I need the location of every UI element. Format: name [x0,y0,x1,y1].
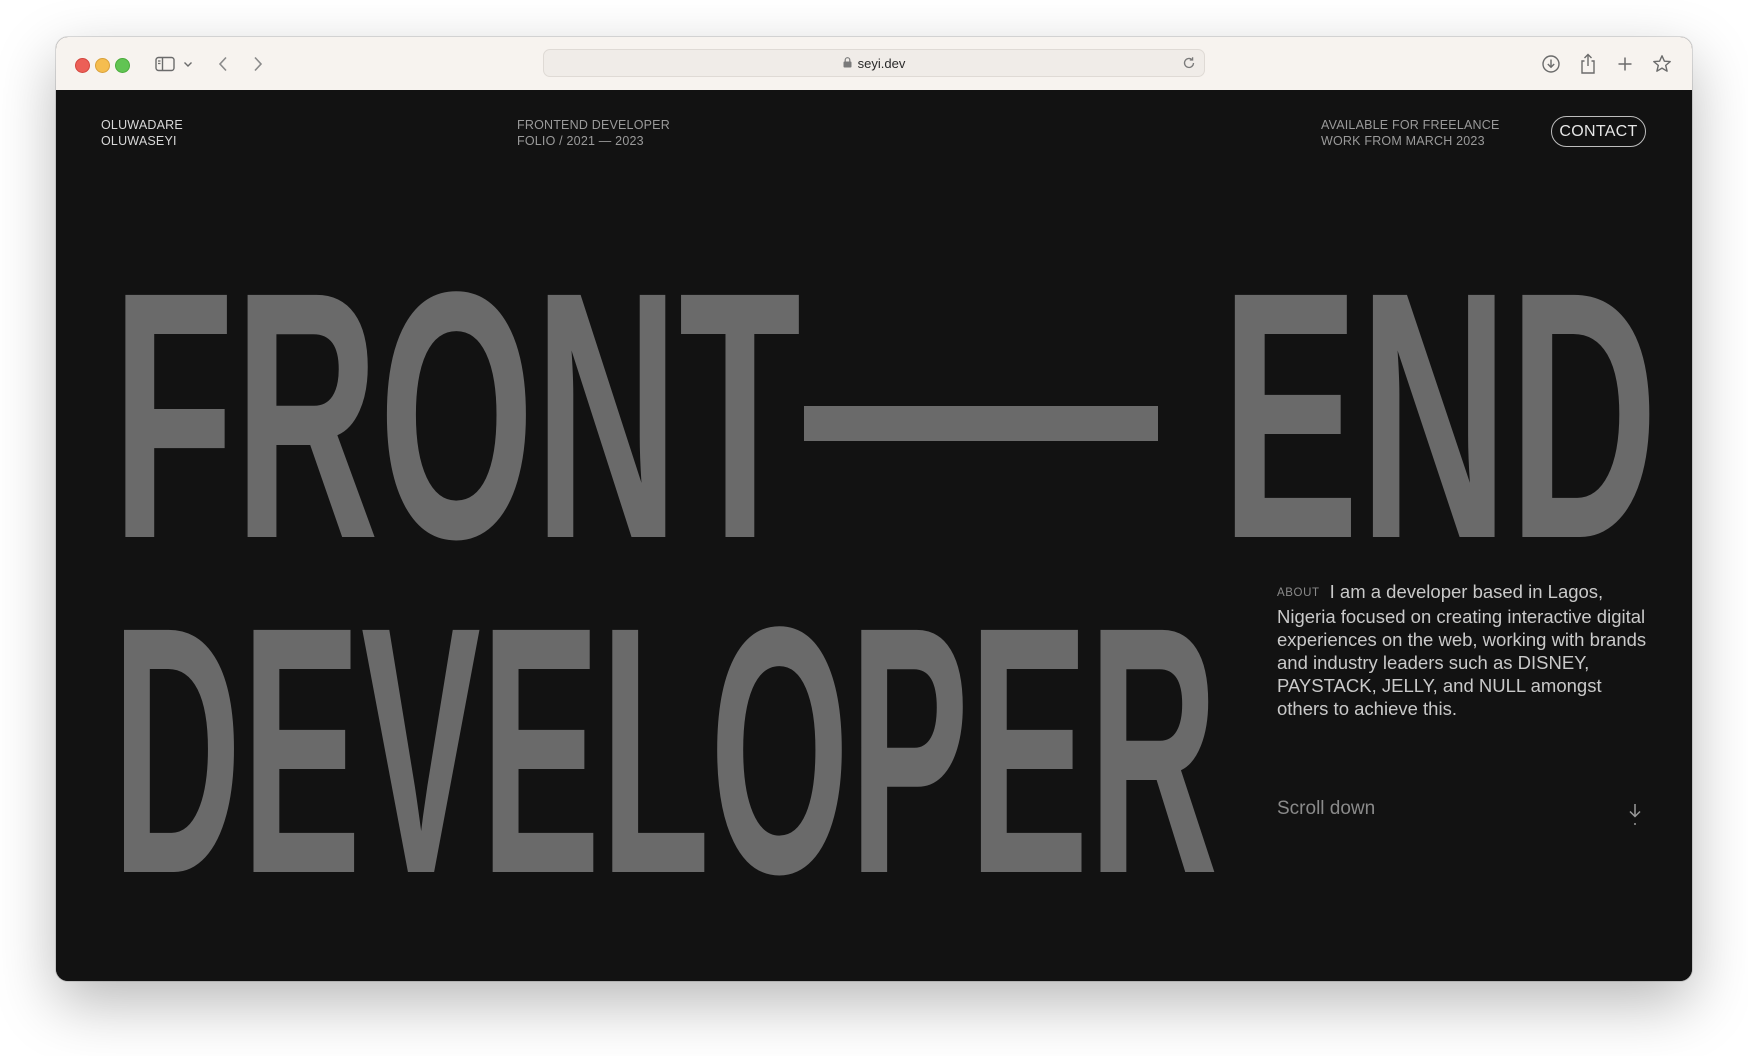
close-window-button[interactable] [75,58,90,73]
about-section: ABOUT I am a developer based in Lagos, Ni… [1277,580,1649,720]
about-text: I am a developer based in Lagos, Nigeria… [1277,581,1647,719]
about-label: ABOUT [1277,587,1320,599]
hero-heading: FRONT END DEVELOPER [112,218,1658,947]
back-arrow-icon[interactable] [214,51,232,77]
minimize-window-button[interactable] [95,58,110,73]
arrow-down-icon[interactable] [1627,803,1643,836]
forward-arrow-icon[interactable] [249,51,267,77]
share-icon[interactable] [1577,51,1599,77]
chevron-down-icon[interactable] [181,51,195,77]
url-text: seyi.dev [857,55,906,71]
lock-icon [843,56,852,71]
hero-word-developer: DEVELOPER [112,553,1218,947]
scroll-down-link[interactable]: Scroll down [1277,798,1375,820]
star-icon[interactable] [1651,51,1673,77]
portfolio-page: OLUWADARE OLUWASEYI FRONTEND DEVELOPER F… [56,90,1692,981]
hero-word-end: END [1221,218,1658,612]
plus-icon[interactable] [1614,51,1636,77]
maximize-window-button[interactable] [115,58,130,73]
browser-toolbar: seyi.dev [56,37,1692,91]
browser-window: seyi.dev OLUWADARE OLUWASEYI FRONTEND DE… [56,37,1692,981]
hero-dash [804,406,1158,441]
reload-icon[interactable] [1182,56,1196,75]
address-bar[interactable]: seyi.dev [543,49,1205,77]
sidebar-toggle-icon[interactable] [153,51,177,77]
download-icon[interactable] [1540,51,1562,77]
